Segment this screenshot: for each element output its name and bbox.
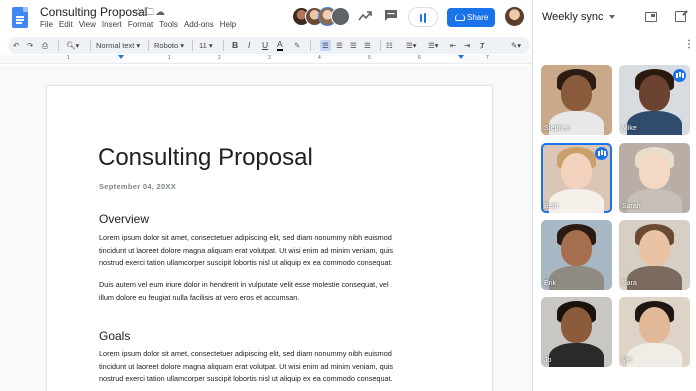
page-title: Consulting Proposal [98, 144, 313, 171]
speaking-indicator-icon [595, 147, 608, 160]
participant-face [561, 230, 592, 266]
participant-name: Erik [544, 280, 557, 287]
participant-body [549, 343, 604, 367]
share-button[interactable]: Share [447, 8, 495, 27]
participant-name: Jo [544, 357, 552, 364]
right-indent-marker[interactable] [458, 55, 464, 59]
participant-name: Sarah [622, 203, 641, 210]
document-canvas: Consulting Proposal September 04, 20XX O… [0, 65, 532, 391]
bold-button[interactable]: B [232, 40, 238, 51]
formatting-toolbar: ↶ ↷ ⎙ 🔍︎▾ Normal text ▾ Roboto ▾ 11 ▾ B … [8, 37, 530, 54]
editing-mode-icon[interactable]: ✎▾ [511, 40, 521, 51]
menu-file[interactable]: File [40, 20, 53, 29]
numbered-list-icon[interactable]: ☰▾ [428, 40, 439, 51]
meet-call-button[interactable] [408, 7, 438, 27]
document-date: September 04, 20XX [99, 182, 177, 191]
chevron-down-icon [608, 15, 615, 20]
section-heading: Goals [99, 329, 131, 343]
zoom-icon[interactable]: 🔍︎▾ [66, 40, 79, 51]
text-color-button[interactable]: A [277, 40, 283, 51]
underline-button[interactable]: U [262, 40, 268, 51]
menu-format[interactable]: Format [128, 20, 153, 29]
cloud-icon: ☁ [154, 7, 166, 18]
menu-insert[interactable]: Insert [102, 20, 122, 29]
activity-trend-icon[interactable] [358, 9, 372, 23]
participant-face [561, 75, 592, 111]
participant-name: Vel [622, 357, 632, 364]
folder-icon[interactable]: 🗀 [144, 7, 155, 18]
left-indent-marker[interactable] [118, 55, 124, 59]
participant-face [639, 153, 670, 189]
participant-face [561, 307, 592, 343]
participant-tile[interactable]: Vel [619, 297, 690, 367]
menu-help[interactable]: Help [220, 20, 236, 29]
participant-tile[interactable]: Jo [541, 297, 612, 367]
undo-icon[interactable]: ↶ [13, 40, 19, 51]
participant-body [549, 266, 604, 290]
participant-tile[interactable]: Sarah [619, 143, 690, 213]
print-icon[interactable]: ⎙ [42, 40, 48, 51]
align-right-icon[interactable]: ☰ [350, 40, 357, 51]
participant-name: Stephen [544, 125, 571, 132]
meet-side-panel: Weekly sync ⋮ Stephen Mike Beth Sarah Erik Sa… [532, 0, 696, 391]
section-heading: Overview [99, 212, 150, 226]
align-center-icon[interactable]: ☰ [336, 40, 343, 51]
app-window: Consulting Proposal ☆🗀☁ File Edit View Inse… [0, 0, 696, 391]
menu-addons[interactable]: Add-ons [184, 20, 214, 29]
participant-name: Beth [544, 203, 559, 210]
bulleted-list-icon[interactable]: ☰▾ [406, 40, 417, 51]
participant-tile[interactable]: Beth [541, 143, 612, 213]
menu-view[interactable]: View [79, 20, 96, 29]
participant-face [561, 153, 592, 189]
star-icon[interactable]: ☆ [134, 7, 144, 18]
document-title[interactable]: Consulting Proposal [40, 5, 147, 19]
font-size-select[interactable]: 11 ▾ [199, 40, 213, 51]
avatar[interactable] [331, 7, 350, 26]
participant-name: Mike [622, 125, 637, 132]
highlight-icon[interactable]: ✎ [294, 40, 300, 51]
paragraph: Lorem ipsum dolor sit amet, consectetuer… [99, 349, 394, 384]
document-page[interactable]: Consulting Proposal September 04, 20XX O… [47, 86, 492, 391]
speaking-indicator-icon [673, 69, 686, 82]
decrease-indent-icon[interactable]: ⇤ [450, 40, 456, 51]
redo-icon[interactable]: ↷ [27, 40, 33, 51]
participant-tile[interactable]: Mike [619, 65, 690, 135]
italic-button[interactable]: I [248, 40, 250, 51]
ruler[interactable]: 1 1 2 3 4 5 6 7 [0, 55, 532, 64]
open-in-new-icon[interactable] [675, 11, 686, 22]
picture-in-picture-icon[interactable] [645, 12, 657, 22]
comment-icon[interactable] [384, 9, 398, 22]
participant-face [639, 230, 670, 266]
paragraph: Lorem ipsum dolor sit amet, consectetuer… [99, 233, 394, 268]
account-avatar[interactable] [505, 7, 524, 26]
align-justify-icon[interactable]: ☰ [364, 40, 371, 51]
participant-tile[interactable]: Sara [619, 220, 690, 290]
menu-edit[interactable]: Edit [59, 20, 73, 29]
participant-face [639, 307, 670, 343]
menu-tools[interactable]: Tools [159, 20, 178, 29]
checklist-icon[interactable]: ☷ [386, 40, 393, 51]
participant-body [627, 343, 682, 367]
clear-formatting-icon[interactable]: Ⱦ [480, 40, 485, 51]
more-options-icon[interactable]: ⋮ [684, 40, 694, 50]
participant-face [639, 75, 670, 111]
paragraph-style-select[interactable]: Normal text ▾ [96, 40, 140, 51]
docs-header: Consulting Proposal ☆🗀☁ File Edit View Inse… [0, 0, 532, 34]
participant-name: Sara [622, 280, 637, 287]
participant-tile[interactable]: Erik [541, 220, 612, 290]
font-select[interactable]: Roboto ▾ [154, 40, 184, 51]
meet-audio-icon [420, 14, 422, 22]
meeting-title-dropdown[interactable]: Weekly sync [542, 11, 615, 23]
menu-bar: File Edit View Insert Format Tools Add-ons Help [40, 20, 242, 29]
align-left-icon[interactable]: ☰ [320, 40, 331, 51]
increase-indent-icon[interactable]: ⇥ [464, 40, 470, 51]
participant-tile[interactable]: Stephen [541, 65, 612, 135]
paragraph: Duis autem vel eum iriure dolor in hendr… [99, 280, 389, 302]
docs-logo-icon[interactable] [12, 7, 28, 28]
